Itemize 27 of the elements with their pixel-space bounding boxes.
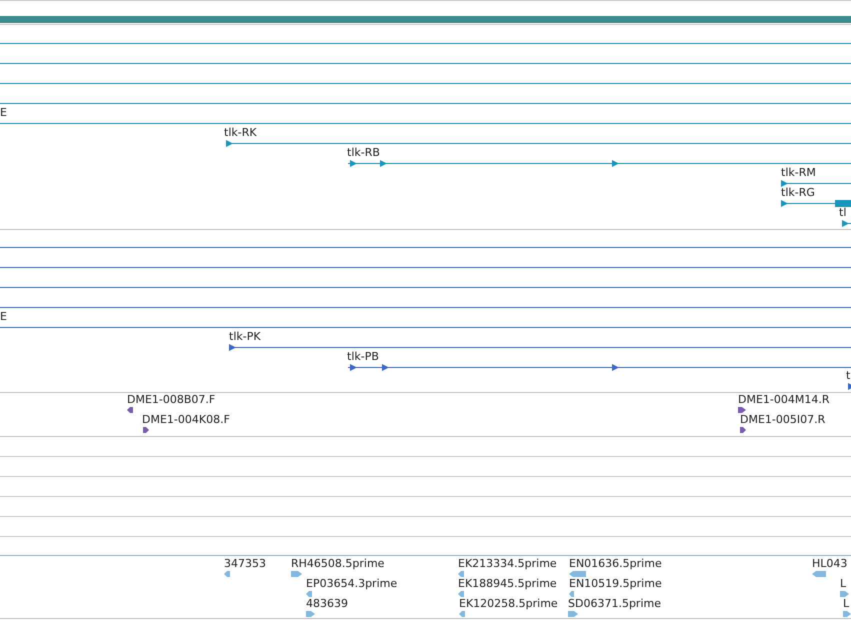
feature-label: DME1-008B07.F: [127, 393, 216, 406]
feature-label: tlk-RM: [781, 166, 816, 179]
feature-label: tlk-PB: [347, 350, 379, 363]
feature-label: tlk-RK: [224, 126, 257, 139]
feature-label: EN10519.5prime: [569, 577, 662, 590]
feature-label: E: [0, 106, 7, 119]
feature-label: L: [843, 597, 850, 610]
feature-label: tlk-RB: [347, 146, 380, 159]
feature-label: EP03654.3prime: [306, 577, 398, 590]
feature-label: EK213334.5prime: [458, 557, 557, 570]
feature-label: L: [840, 577, 846, 590]
feature-label: RH46508.5prime: [291, 557, 384, 570]
feature-label: tlk-PK: [229, 330, 261, 343]
feature-label: EN01636.5prime: [569, 557, 662, 570]
feature-label: tl: [839, 206, 846, 219]
feature-label: 347353: [224, 557, 266, 570]
feature-label: t: [846, 369, 850, 382]
feature-label: EK188945.5prime: [458, 577, 557, 590]
feature-label: HL043: [812, 557, 848, 570]
feature-label: EK120258.5prime: [459, 597, 558, 610]
feature-label: E: [0, 310, 7, 323]
feature-label: SD06371.5prime: [568, 597, 661, 610]
feature-label: DME1-004K08.F: [142, 413, 230, 426]
feature-label: DME1-005I07.R: [740, 413, 826, 426]
feature-label: tlk-RG: [781, 186, 815, 199]
feature-label: 483639: [306, 597, 348, 610]
feature-label: DME1-004M14.R: [738, 393, 830, 406]
